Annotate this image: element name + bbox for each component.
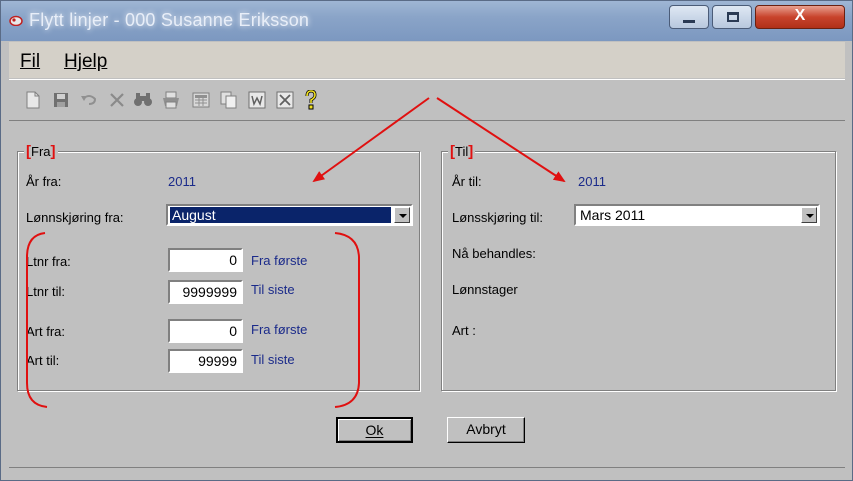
excel-icon[interactable]	[275, 90, 295, 110]
menu-fil-label: Fil	[20, 51, 41, 72]
annotation-bracket-icon: ]	[468, 143, 474, 160]
ltnr-til-input[interactable]: 9999999	[168, 280, 243, 304]
lonnskjoring-fra-select[interactable]: August	[166, 204, 413, 226]
word-icon[interactable]	[247, 90, 267, 110]
na-behandles-label: Nå behandles:	[452, 246, 536, 261]
art-til-input[interactable]: 99999	[168, 349, 243, 373]
art-fra-input[interactable]: 0	[168, 319, 243, 343]
close-button[interactable]: X	[755, 5, 845, 29]
art-fra-label: Art fra:	[26, 324, 66, 339]
ar-til-label: År til:	[452, 174, 482, 189]
chevron-down-icon[interactable]	[394, 207, 410, 223]
art-til-hint: Til siste	[251, 352, 295, 367]
window-title: Flytt linjer - 000 Susanne Eriksson	[29, 10, 310, 30]
til-legend: [Til]	[448, 143, 476, 160]
avbryt-button[interactable]: Avbryt	[447, 417, 525, 443]
print-icon[interactable]	[161, 90, 181, 110]
ar-til-value: 2011	[578, 174, 606, 189]
undo-icon[interactable]	[79, 90, 99, 110]
new-document-icon[interactable]	[23, 90, 43, 110]
close-icon: X	[794, 7, 806, 24]
lonnstager-label: Lønnstager	[452, 282, 518, 297]
ltnr-til-hint: Til siste	[251, 282, 295, 297]
status-bar	[9, 467, 845, 479]
toolbar	[9, 79, 845, 121]
delete-icon[interactable]	[107, 90, 127, 110]
til-group: [Til] År til: 2011 Lønsskjøring til: Mar…	[441, 143, 836, 391]
art-til-label: Art til:	[26, 353, 60, 368]
lonnsskjoring-til-label: Lønsskjøring til:	[452, 210, 544, 225]
ltnr-fra-input[interactable]: 0	[168, 248, 243, 272]
app-icon	[9, 15, 23, 26]
ar-fra-value: 2011	[168, 174, 196, 189]
dialog-window: Flytt linjer - 000 Susanne Eriksson X Fi…	[0, 0, 853, 481]
menu-bar: Fil Hjelp	[9, 42, 845, 78]
chevron-down-icon[interactable]	[801, 207, 817, 223]
lonnskjoring-fra-label: Lønnskjøring fra:	[26, 210, 124, 225]
lonnsskjoring-til-value: Mars 2011	[580, 207, 646, 223]
title-bar[interactable]: Flytt linjer - 000 Susanne Eriksson X	[1, 1, 852, 41]
ok-button-label: Ok	[365, 422, 384, 438]
find-icon[interactable]	[133, 90, 153, 110]
ltnr-fra-hint: Fra første	[251, 253, 308, 268]
lonnskjoring-fra-value: August	[169, 206, 392, 224]
copy-icon[interactable]	[219, 90, 239, 110]
ltnr-til-label: Ltnr til:	[26, 284, 66, 299]
menu-hjelp[interactable]: Hjelp	[64, 51, 107, 73]
save-icon[interactable]	[51, 90, 71, 110]
fra-group: [Fra] År fra: 2011 Lønnskjøring fra: Aug…	[17, 143, 420, 391]
til-legend-label: Til	[455, 144, 469, 159]
calculator-icon[interactable]	[191, 90, 211, 110]
menu-fil[interactable]: Fil	[20, 51, 40, 73]
annotation-bracket-icon: ]	[50, 143, 56, 160]
minimize-icon	[683, 20, 695, 23]
fra-legend-label: Fra	[31, 144, 51, 159]
ok-button[interactable]: Ok	[336, 417, 413, 443]
art-fra-hint: Fra første	[251, 322, 308, 337]
maximize-button[interactable]	[712, 5, 752, 29]
ar-fra-label: År fra:	[26, 174, 62, 189]
avbryt-button-label: Avbryt	[466, 421, 506, 437]
fra-legend: [Fra]	[24, 143, 58, 160]
maximize-icon	[727, 12, 739, 22]
menu-hjelp-label: Hjelp	[64, 51, 108, 72]
art-label: Art :	[452, 323, 476, 338]
ltnr-fra-label: Ltnr fra:	[26, 254, 71, 269]
lonnsskjoring-til-select[interactable]: Mars 2011	[574, 204, 820, 226]
help-icon[interactable]	[301, 90, 321, 110]
minimize-button[interactable]	[669, 5, 709, 29]
